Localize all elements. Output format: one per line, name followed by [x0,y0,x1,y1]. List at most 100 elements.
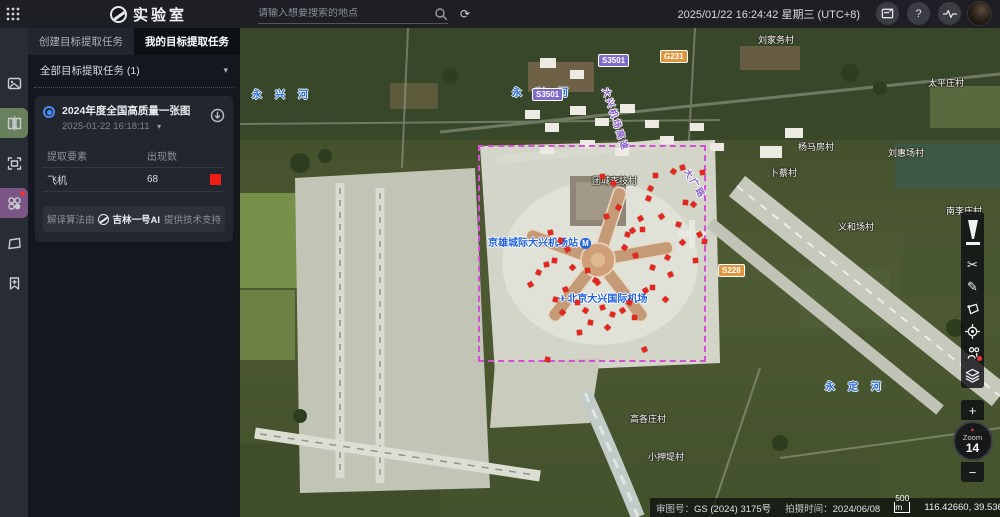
algo-prefix: 解译算法由 [47,212,95,226]
notification-dot [20,191,25,196]
map-label-place: ✈北京大兴国际机场 [558,290,647,305]
ai-apps-icon [7,196,22,211]
help-icon: ? [915,8,921,20]
layers-tool[interactable] [961,364,984,386]
aircraft-marker[interactable] [577,330,583,336]
activity-button[interactable] [938,2,961,25]
task-panel: 创建目标提取任务 我的目标提取任务 全部目标提取任务 (1) ▾ 2024年度全… [28,28,240,517]
feature-name: 飞机 [47,172,147,187]
metro-icon: M [580,238,591,249]
aircraft-marker[interactable] [683,200,688,205]
capture-label: 拍摄时间： [785,504,833,515]
search-icon[interactable] [434,7,448,21]
polygon-icon [7,236,22,251]
measure-tool[interactable]: ✎ [961,276,984,298]
map-scale-bar: 500 m [894,502,910,513]
algo-brand-text: 吉林一号AI [112,212,160,226]
task-filter-label: 全部目标提取任务 (1) [40,63,140,78]
aircraft-marker[interactable] [632,315,637,320]
aircraft-marker[interactable] [575,300,580,305]
task-timestamp-text: 2025-01-22 16:18:11 [62,121,150,132]
aircraft-marker[interactable] [600,174,605,179]
rail-bookmark-button[interactable] [0,268,28,298]
rail-extract-button[interactable] [0,148,28,178]
road-badge: G231 [660,50,688,63]
locate-tool[interactable] [961,320,984,342]
help-button[interactable]: ? [907,2,930,25]
app-grid-icon[interactable] [0,0,26,28]
col-count-header: 出现数 [147,148,207,163]
bookmark-plus-icon [7,276,22,291]
map-label-village: 太平庄村 [928,76,964,89]
left-icon-rail [0,28,28,517]
zoom-out-button[interactable]: − [961,462,984,482]
map-label-village: 高各庄村 [630,412,666,425]
notification-dot [977,356,982,361]
aircraft-marker[interactable] [548,230,554,236]
zoom-control: + ▲ Zoom 14 − [961,400,984,482]
satellite-map[interactable]: 京雄城际大兴机场站M✈北京大兴国际机场团城李技村刘家务村太平庄村杨马房村刘惠场村… [240,28,1000,517]
capture-date: 拍摄时间：2024/06/08 [785,501,880,515]
task-timestamp[interactable]: 2025-01-22 16:18:11 ▾ [62,121,203,132]
notes-button[interactable] [876,2,899,25]
aircraft-marker[interactable] [585,268,591,274]
jilin1-ai-logo-icon [98,214,109,225]
task-card[interactable]: 2024年度全国高质量一张图 2025-01-22 16:18:11 ▾ [35,96,233,242]
rail-compare-button[interactable] [0,108,28,138]
clip-tool[interactable]: ✂ [961,254,984,276]
zoom-in-button[interactable]: + [961,400,984,420]
rail-draw-region-button[interactable] [0,228,28,258]
chevron-down-icon: ▾ [157,122,161,131]
jilin1-logo-icon [110,6,127,23]
download-result-button[interactable] [210,108,225,128]
feature-count: 68 [147,174,207,185]
rail-ai-apps-button[interactable] [0,188,28,218]
aircraft-marker[interactable] [650,285,655,290]
scissors-icon: ✂ [967,257,978,273]
feature-table: 提取要素 出现数 飞机 68 [43,144,225,192]
aircraft-marker[interactable] [640,227,645,232]
map-label-village: 刘惠场村 [888,146,924,159]
airplane-icon: ✈ [558,294,566,305]
zoom-level-value: 14 [966,442,979,454]
scale-text: 500 m [895,494,909,512]
aircraft-marker[interactable] [700,170,706,176]
aircraft-marker[interactable] [588,320,594,326]
task-tabs: 创建目标提取任务 我的目标提取任务 [28,28,240,55]
top-bar: 实验室 ⟳ 2025/01/22 16:24:42 星期三 (UTC+8) ? [0,0,1000,28]
task-radio-selected[interactable] [43,106,55,118]
user-avatar[interactable] [967,1,992,26]
task-filter-dropdown[interactable]: 全部目标提取任务 (1) ▾ [28,55,240,85]
swipe-wedge-icon [965,219,981,249]
tab-create-task[interactable]: 创建目标提取任务 [28,28,134,55]
review-value: GS (2024) 3175号 [694,504,771,515]
search-input[interactable] [258,8,434,19]
poi-person-tool[interactable] [961,342,984,364]
aircraft-marker[interactable] [693,258,698,263]
app-window: 实验室 ⟳ 2025/01/22 16:24:42 星期三 (UTC+8) ? [0,0,1000,517]
swipe-compare-tool[interactable] [961,214,984,254]
crosshair-target-icon [965,324,980,339]
map-label-village: 义和场村 [838,220,874,233]
pulse-icon [943,9,957,19]
app-logo[interactable]: 实验室 [110,4,187,25]
feature-color-swatch [210,174,221,185]
task-title: 2024年度全国高质量一张图 [62,104,203,118]
panel-divider [34,87,234,88]
table-row-aircraft[interactable]: 飞机 68 [43,168,225,192]
aircraft-marker[interactable] [653,173,658,178]
col-feature-header: 提取要素 [47,148,147,163]
aircraft-marker[interactable] [552,258,558,264]
grid-dots-icon [6,7,20,21]
location-search[interactable] [258,4,448,24]
algorithm-credit-button[interactable]: 解译算法由 吉林一号AI 提供技术支持 [43,206,225,232]
rail-imagery-button[interactable] [0,68,28,98]
cursor-coordinates: 116.42660, 39.53656 [924,502,1000,513]
tab-my-tasks[interactable]: 我的目标提取任务 [134,28,240,55]
map-label-village: 卜蔡村 [770,166,797,179]
aircraft-marker[interactable] [702,239,708,245]
draw-polygon-tool[interactable] [961,298,984,320]
zoom-level-dial[interactable]: ▲ Zoom 14 [953,421,993,461]
map-toolbar: ✂ ✎ [961,212,984,388]
refresh-icon[interactable]: ⟳ [456,5,474,23]
